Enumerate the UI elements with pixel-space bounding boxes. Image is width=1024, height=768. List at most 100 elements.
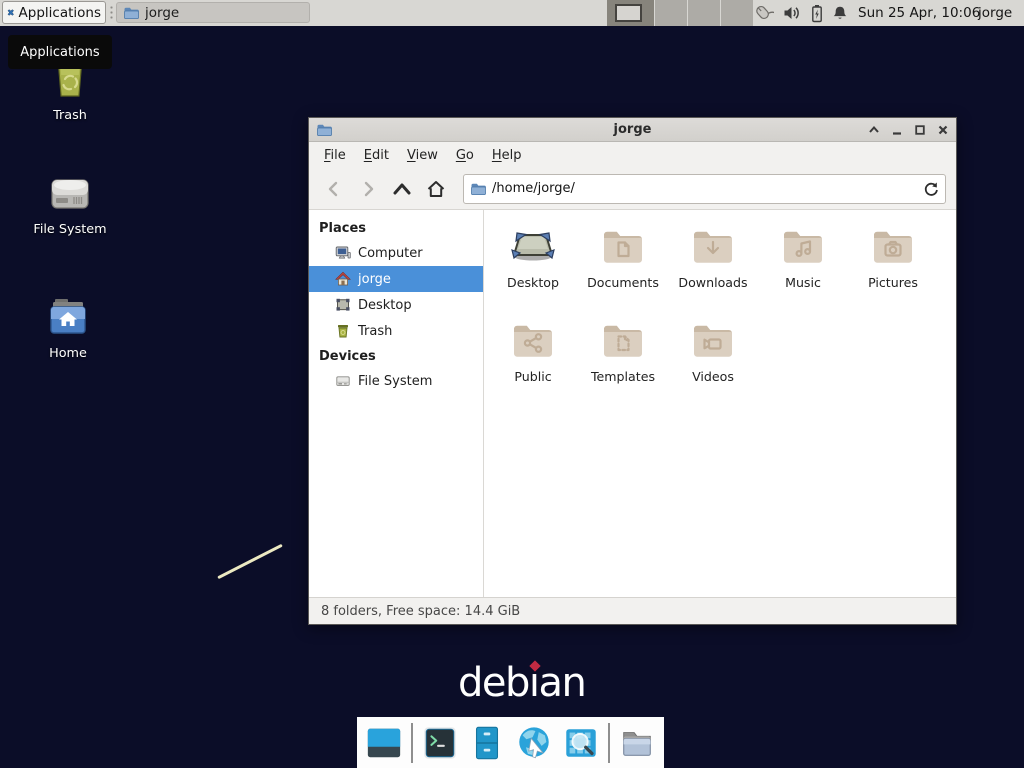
reload-icon[interactable] bbox=[923, 181, 939, 197]
clock[interactable]: Sun 25 Apr, 10:06 bbox=[858, 0, 980, 26]
notifications-bell-icon[interactable] bbox=[832, 5, 848, 22]
file-view: Desktop Documents bbox=[484, 210, 956, 597]
file-label: Videos bbox=[692, 369, 734, 384]
titlebar[interactable]: jorge bbox=[309, 118, 956, 142]
menubar: File Edit View Go Help bbox=[309, 142, 956, 168]
path-input[interactable] bbox=[492, 181, 917, 196]
dock bbox=[357, 717, 664, 768]
applications-menu-button[interactable]: Applications bbox=[2, 1, 106, 24]
web-browser-globe-icon bbox=[515, 724, 553, 762]
applications-icon bbox=[7, 4, 15, 21]
workspace-3[interactable] bbox=[688, 0, 720, 26]
file-templates[interactable]: Templates bbox=[578, 316, 668, 410]
tooltip-text: Applications bbox=[20, 45, 99, 60]
file-label: Desktop bbox=[507, 275, 559, 290]
sidebar-header-places: Places bbox=[309, 216, 483, 240]
file-downloads[interactable]: Downloads bbox=[668, 222, 758, 316]
debian-logo-pre: deb bbox=[458, 660, 529, 706]
workspace-switcher bbox=[607, 0, 753, 26]
terminal-launcher[interactable] bbox=[420, 723, 460, 763]
sidebar-item-label: File System bbox=[358, 374, 432, 389]
folder-download-icon bbox=[689, 222, 737, 270]
forward-button[interactable] bbox=[353, 174, 383, 204]
maximize-button[interactable] bbox=[913, 123, 927, 137]
dock-separator bbox=[608, 723, 610, 763]
folder-document-icon bbox=[599, 222, 647, 270]
volume-icon[interactable] bbox=[783, 5, 802, 21]
desktop-icon-label: Trash bbox=[53, 108, 87, 123]
file-pictures[interactable]: Pictures bbox=[848, 222, 938, 316]
mouse-icon[interactable] bbox=[752, 3, 774, 23]
close-button[interactable] bbox=[936, 123, 950, 137]
desktop-special-icon bbox=[509, 222, 557, 270]
file-label: Public bbox=[514, 369, 551, 384]
sidebar-item-trash[interactable]: Trash bbox=[309, 318, 483, 344]
file-music[interactable]: Music bbox=[758, 222, 848, 316]
folder-launcher[interactable] bbox=[617, 723, 657, 763]
taskbar-window-label: jorge bbox=[145, 5, 179, 21]
file-label: Pictures bbox=[868, 275, 918, 290]
debian-logo: debıan bbox=[458, 660, 585, 706]
up-button[interactable] bbox=[387, 174, 417, 204]
status-bar: 8 folders, Free space: 14.4 GiB bbox=[309, 597, 956, 624]
menu-go[interactable]: Go bbox=[447, 145, 483, 166]
sidebar-item-jorge[interactable]: jorge bbox=[309, 266, 483, 292]
file-label: Music bbox=[785, 275, 821, 290]
sidebar-item-label: Trash bbox=[358, 324, 392, 339]
window-folder-icon bbox=[316, 122, 332, 138]
workspace-1[interactable] bbox=[607, 0, 654, 26]
web-browser-launcher[interactable] bbox=[514, 723, 554, 763]
path-folder-icon bbox=[470, 181, 486, 197]
folder-icon bbox=[618, 724, 656, 762]
desktop-icon bbox=[335, 297, 351, 313]
dock-separator bbox=[411, 723, 413, 763]
file-desktop[interactable]: Desktop bbox=[488, 222, 578, 316]
app-finder-icon bbox=[562, 724, 600, 762]
menu-help[interactable]: Help bbox=[483, 145, 531, 166]
file-label: Templates bbox=[591, 369, 655, 384]
menu-file[interactable]: File bbox=[315, 145, 355, 166]
file-public[interactable]: Public bbox=[488, 316, 578, 410]
sidebar-item-label: Computer bbox=[358, 246, 423, 261]
menu-view[interactable]: View bbox=[398, 145, 447, 166]
minimize-button[interactable] bbox=[890, 123, 904, 137]
file-manager-launcher[interactable] bbox=[467, 723, 507, 763]
file-label: Documents bbox=[587, 275, 659, 290]
file-documents[interactable]: Documents bbox=[578, 222, 668, 316]
applications-tooltip: Applications bbox=[8, 35, 112, 69]
app-finder-launcher[interactable] bbox=[561, 723, 601, 763]
battery-icon[interactable] bbox=[811, 4, 823, 23]
menu-edit[interactable]: Edit bbox=[355, 145, 398, 166]
sidebar-item-file-system[interactable]: File System bbox=[309, 368, 483, 394]
folder-icon bbox=[123, 5, 139, 21]
file-label: Downloads bbox=[678, 275, 747, 290]
desktop-icon-file-system[interactable]: File System bbox=[22, 170, 118, 237]
top-panel: Applications jorge bbox=[0, 0, 1024, 26]
file-cabinet-icon bbox=[468, 724, 506, 762]
workspace-2[interactable] bbox=[655, 0, 687, 26]
sidebar-item-label: Desktop bbox=[358, 298, 412, 313]
home-folder-icon bbox=[42, 292, 94, 342]
shade-button[interactable] bbox=[867, 123, 881, 137]
user-menu[interactable]: jorge bbox=[978, 0, 1012, 26]
workspace-4[interactable] bbox=[721, 0, 753, 26]
desktop-icon-home[interactable]: Home bbox=[20, 292, 116, 361]
toolbar bbox=[309, 168, 956, 210]
home-button[interactable] bbox=[421, 174, 451, 204]
taskbar-window-button[interactable]: jorge bbox=[116, 2, 310, 23]
back-button[interactable] bbox=[319, 174, 349, 204]
desktop-icon-label: File System bbox=[33, 222, 106, 237]
sidebar-item-desktop[interactable]: Desktop bbox=[309, 292, 483, 318]
drive-icon bbox=[335, 373, 351, 389]
path-bar[interactable] bbox=[463, 174, 946, 204]
sidebar-item-label: jorge bbox=[358, 272, 391, 287]
folder-template-icon bbox=[599, 316, 647, 364]
file-videos[interactable]: Videos bbox=[668, 316, 758, 410]
panel-handle[interactable] bbox=[109, 5, 114, 21]
sidebar-item-computer[interactable]: Computer bbox=[309, 240, 483, 266]
show-desktop-launcher[interactable] bbox=[364, 723, 404, 763]
sidebar-header-devices: Devices bbox=[309, 344, 483, 368]
debian-logo-post: an bbox=[539, 660, 586, 706]
folder-video-icon bbox=[689, 316, 737, 364]
folder-camera-icon bbox=[869, 222, 917, 270]
